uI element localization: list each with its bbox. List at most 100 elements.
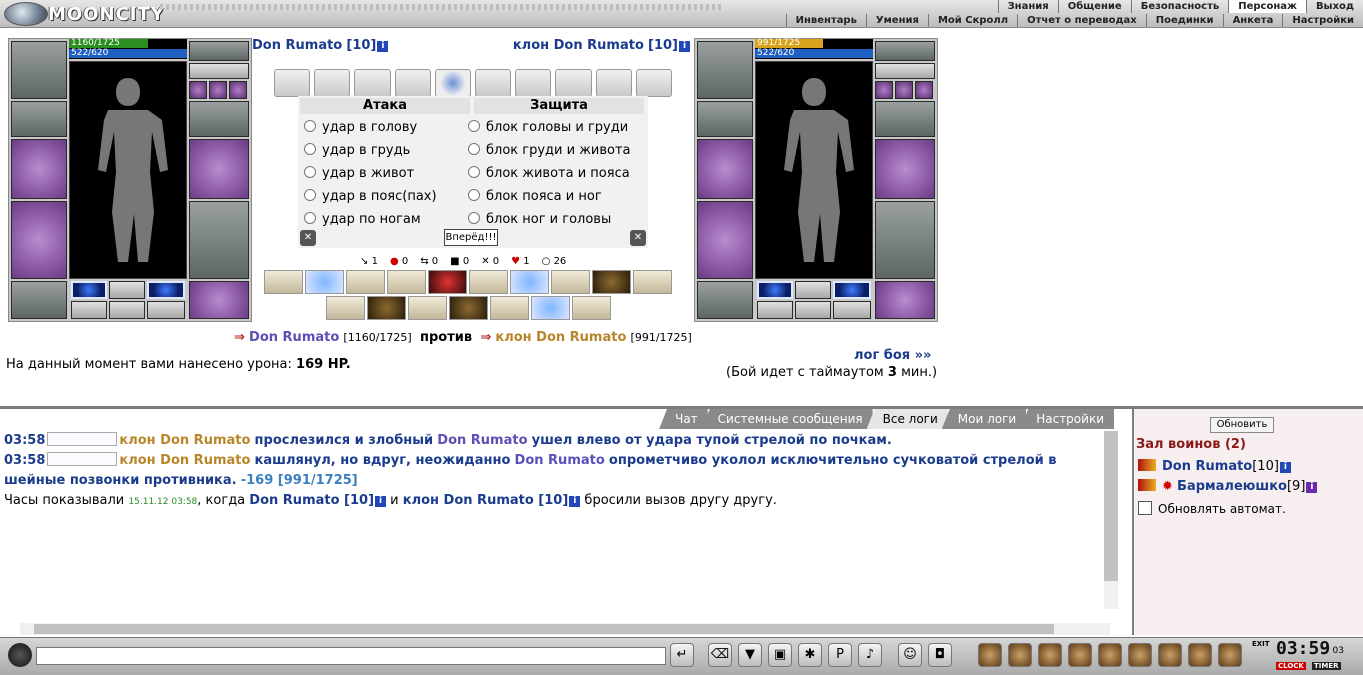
boots-slot[interactable] [189, 281, 249, 319]
spell-icon[interactable] [346, 270, 385, 294]
crown-icon[interactable] [1068, 643, 1092, 667]
spell-icon[interactable] [428, 270, 467, 294]
attack-option[interactable]: удар в грудь [300, 139, 470, 162]
amulet-slot[interactable] [189, 63, 249, 79]
info-icon[interactable]: i [377, 41, 389, 52]
radio-icon[interactable] [304, 143, 316, 155]
friends-icon[interactable] [1158, 643, 1182, 667]
spell-icon[interactable] [510, 270, 549, 294]
spell-icon[interactable] [326, 296, 365, 320]
shield-icon[interactable]: ✕ [630, 230, 646, 246]
scroll-slot-1[interactable] [757, 301, 793, 319]
submenu-duels[interactable]: Поединки [1145, 14, 1223, 27]
ring-slot-3[interactable] [915, 81, 933, 99]
spell-icon[interactable] [531, 296, 570, 320]
chat-input[interactable] [36, 647, 666, 665]
player-name[interactable]: Don Rumato [252, 38, 342, 53]
spell-icon[interactable] [305, 270, 344, 294]
battle-log-link[interactable]: лог боя »» [854, 348, 931, 363]
spell-icon[interactable] [633, 270, 672, 294]
eraser-icon[interactable]: ⌫ [708, 643, 732, 667]
gloves-slot[interactable] [875, 101, 935, 137]
ring-slot-3[interactable] [229, 81, 247, 99]
weapon-slot[interactable] [697, 139, 753, 199]
radio-icon[interactable] [304, 166, 316, 178]
money-icon[interactable] [1038, 643, 1062, 667]
spell-icon[interactable] [572, 296, 611, 320]
radio-icon[interactable] [304, 212, 316, 224]
scroll-slot[interactable] [595, 69, 632, 97]
vertical-scrollbar[interactable] [1104, 431, 1118, 609]
bag-icon[interactable] [978, 643, 1002, 667]
defense-option[interactable]: блок головы и груди [464, 116, 634, 139]
scroll-slot[interactable] [314, 69, 351, 97]
auto-refresh[interactable]: Обновлять автомат. [1138, 501, 1286, 516]
attack-option[interactable]: удар в голову [300, 116, 470, 139]
leggings-slot[interactable] [189, 201, 249, 279]
radio-icon[interactable] [468, 120, 480, 132]
shield-icon[interactable]: ✕ [300, 230, 316, 246]
belt-slot[interactable] [697, 281, 753, 319]
radio-icon[interactable] [468, 166, 480, 178]
scroll-slot[interactable] [354, 69, 391, 97]
scroll-slot[interactable] [274, 69, 311, 97]
mask-icon[interactable] [1128, 643, 1152, 667]
menu-personazh[interactable]: Персонаж [1228, 0, 1306, 13]
gem-slot-2[interactable] [833, 281, 871, 299]
radio-icon[interactable] [468, 143, 480, 155]
info-icon[interactable]: i [375, 496, 387, 507]
send-icon[interactable]: ↵ [670, 643, 694, 667]
tab-settings[interactable]: Настройки [1020, 409, 1114, 429]
bracers-slot[interactable] [697, 101, 753, 137]
auto-refresh-checkbox[interactable] [1138, 501, 1152, 515]
spell-icon[interactable] [490, 296, 529, 320]
info-icon[interactable]: i [1306, 482, 1318, 493]
bracers-slot[interactable] [11, 101, 67, 137]
ring-slot-1[interactable] [875, 81, 893, 99]
submenu-my-scroll[interactable]: Мой Скролл [927, 14, 1017, 27]
menu-obshchenie[interactable]: Общение [1057, 0, 1131, 13]
group-icon[interactable] [1188, 643, 1212, 667]
horizontal-scrollbar[interactable] [20, 623, 1110, 635]
submenu-transfers[interactable]: Отчет о переводах [1017, 14, 1146, 27]
scroll-slot-active[interactable] [434, 69, 472, 97]
helmet-slot[interactable] [697, 41, 753, 99]
defense-option[interactable]: блок груди и живота [464, 139, 634, 162]
offhand-slot[interactable] [189, 139, 249, 199]
spell-icon[interactable] [387, 270, 426, 294]
filter-icon[interactable]: ▼ [738, 643, 762, 667]
timer-label[interactable]: TIMER [1312, 662, 1341, 670]
gem-slot-2[interactable] [147, 281, 185, 299]
ring-slot-2[interactable] [209, 81, 227, 99]
tab-system[interactable]: Системные сообщения [701, 409, 873, 429]
defense-option[interactable]: блок ног и головы [464, 208, 634, 231]
attack-option[interactable]: удар в пояс(пах) [300, 185, 470, 208]
scroll-slot-3[interactable] [833, 301, 871, 319]
mooncity-logo[interactable]: MOONCITY [4, 2, 164, 26]
spell-icon[interactable] [469, 270, 508, 294]
skills-icon[interactable] [1008, 643, 1032, 667]
radio-icon[interactable] [468, 189, 480, 201]
scroll-slot[interactable] [515, 69, 552, 97]
spell-icon[interactable] [592, 270, 631, 294]
scroll-slot-2[interactable] [795, 301, 831, 319]
radio-icon[interactable] [304, 189, 316, 201]
helmet-slot[interactable] [11, 41, 67, 99]
radio-icon[interactable] [304, 120, 316, 132]
spell-icon[interactable] [264, 270, 303, 294]
forward-button[interactable]: Вперёд!!! [444, 229, 498, 246]
spell-icon[interactable] [367, 296, 406, 320]
scroll-thumb[interactable] [1104, 431, 1118, 581]
earring-slot[interactable] [875, 41, 935, 61]
spell-icon[interactable] [551, 270, 590, 294]
menu-bezopasnost[interactable]: Безопасность [1130, 0, 1229, 13]
scroll-thumb[interactable] [34, 624, 1054, 634]
defense-option[interactable]: блок пояса и ног [464, 185, 634, 208]
paw-icon[interactable] [1218, 643, 1242, 667]
scroll-slot[interactable] [394, 69, 431, 97]
versus-player-name[interactable]: Don Rumato [249, 330, 339, 345]
enemy-name[interactable]: клон Don Rumato [513, 38, 644, 53]
exit-button[interactable]: EXIT [1252, 640, 1270, 648]
info-icon[interactable]: i [679, 41, 690, 52]
scroll-slot-1[interactable] [71, 301, 107, 319]
